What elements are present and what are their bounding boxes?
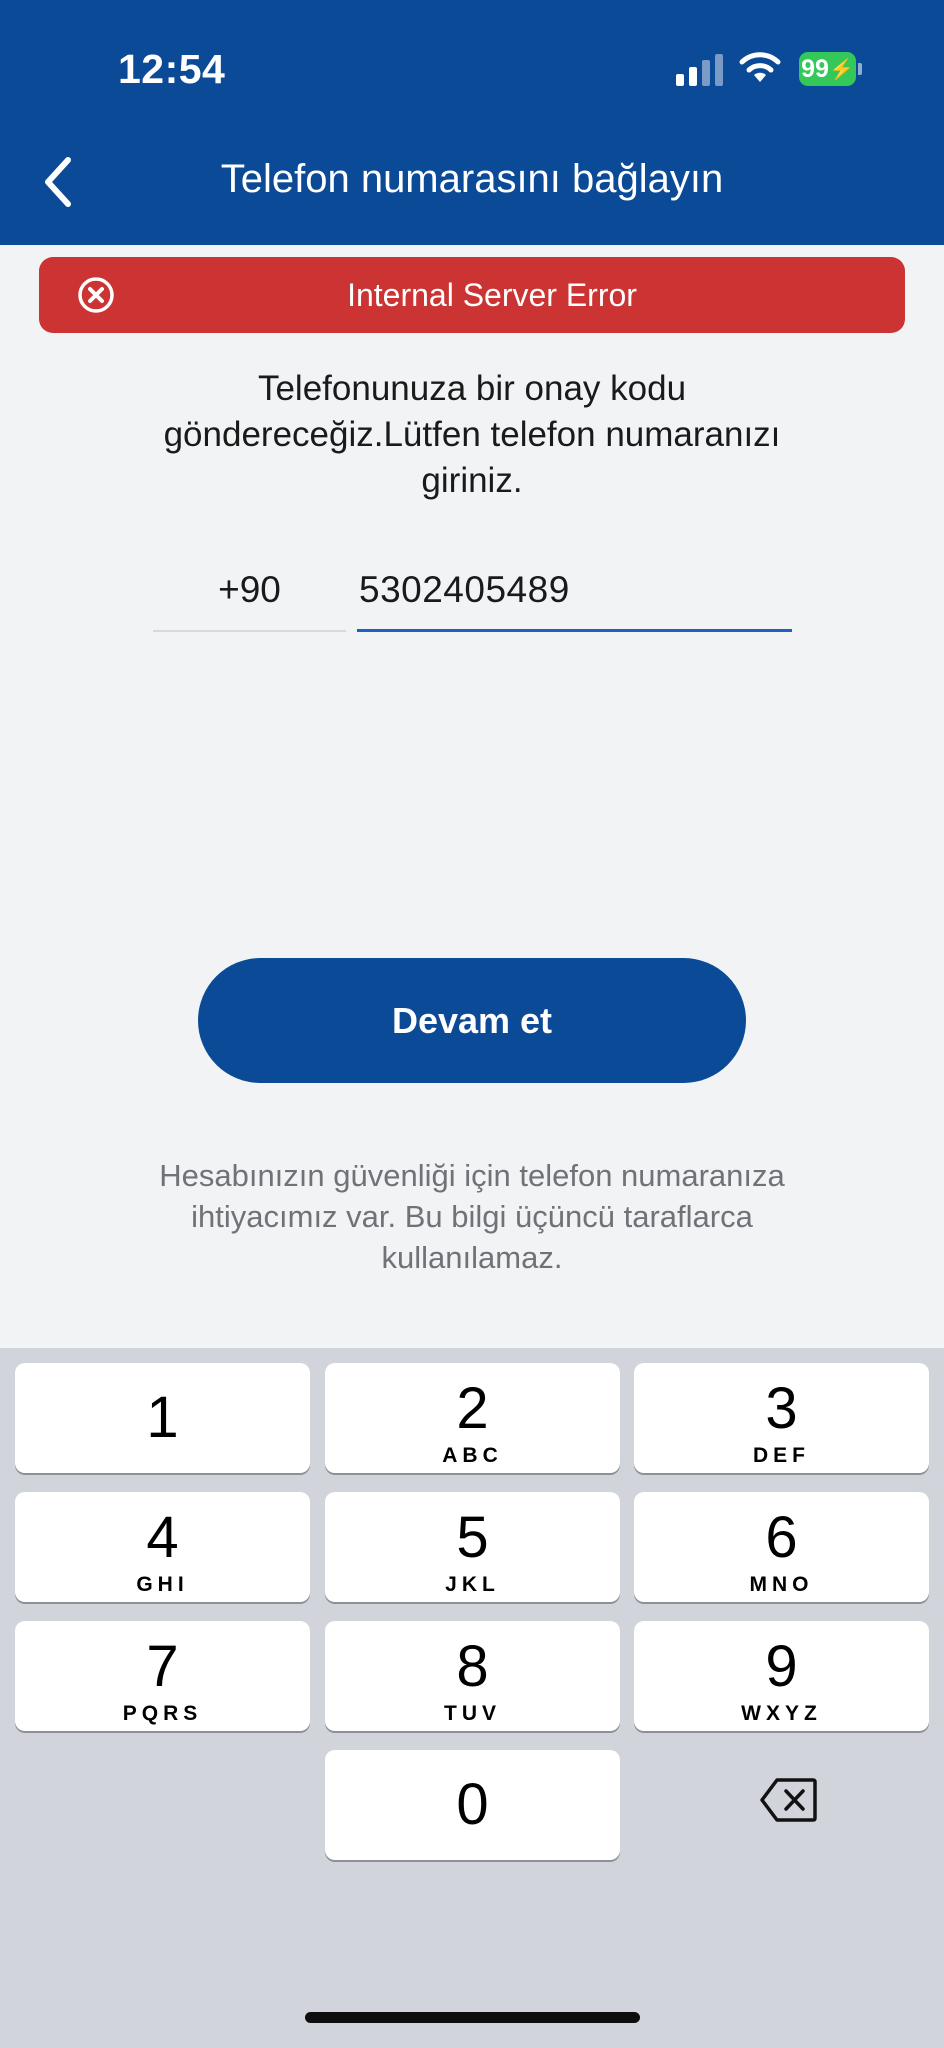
key-digit: 1 xyxy=(146,1385,179,1450)
backspace-icon xyxy=(760,1778,817,1822)
key-letters: DEF xyxy=(753,1444,810,1467)
privacy-note: Hesabınızın güvenliği için telefon numar… xyxy=(159,1158,785,1275)
phone-number-input[interactable]: 5302405489 xyxy=(357,560,792,632)
key-2[interactable]: 2 ABC xyxy=(325,1363,620,1473)
continue-button[interactable]: Devam et xyxy=(198,958,746,1083)
key-1[interactable]: 1 xyxy=(15,1363,310,1473)
key-5[interactable]: 5 JKL xyxy=(325,1492,620,1602)
key-digit: 5 xyxy=(456,1505,489,1570)
key-digit: 7 xyxy=(146,1634,179,1699)
error-banner: Internal Server Error xyxy=(39,257,905,333)
key-8[interactable]: 8 TUV xyxy=(325,1621,620,1731)
instructions-text: Telefonunuza bir onay kodu göndereceğiz.… xyxy=(163,369,781,500)
key-digit: 2 xyxy=(456,1376,489,1441)
delete-key[interactable] xyxy=(634,1743,929,1853)
key-6[interactable]: 6 MNO xyxy=(634,1492,929,1602)
error-message: Internal Server Error xyxy=(347,277,637,313)
key-letters: JKL xyxy=(445,1573,500,1596)
key-letters: MNO xyxy=(749,1573,814,1596)
key-letters: TUV xyxy=(444,1702,501,1725)
key-9[interactable]: 9 WXYZ xyxy=(634,1621,929,1731)
country-code-field[interactable]: +90 xyxy=(153,560,346,632)
key-4[interactable]: 4 GHI xyxy=(15,1492,310,1602)
app-header: 12:54 99 ⚡ Telefon numarasını bağlayın xyxy=(0,0,944,245)
page-title: Telefon numarasını bağlayın xyxy=(220,157,724,201)
key-7[interactable]: 7 PQRS xyxy=(15,1621,310,1731)
status-time: 12:54 xyxy=(118,46,226,92)
key-3[interactable]: 3 DEF xyxy=(634,1363,929,1473)
signal-icon xyxy=(676,54,723,86)
battery-level: 99 xyxy=(801,54,829,83)
key-letters: ABC xyxy=(442,1444,503,1467)
battery-icon: 99 ⚡ xyxy=(799,52,862,86)
key-letters: PQRS xyxy=(122,1702,203,1725)
key-digit: 6 xyxy=(765,1505,798,1570)
key-digit: 9 xyxy=(765,1634,798,1699)
key-digit: 3 xyxy=(765,1376,798,1441)
key-digit: 8 xyxy=(456,1634,489,1699)
wifi-icon xyxy=(739,52,781,82)
key-0[interactable]: 0 xyxy=(325,1750,620,1860)
key-letters: GHI xyxy=(136,1573,189,1596)
home-indicator[interactable] xyxy=(305,2012,640,2023)
key-digit: 0 xyxy=(456,1772,489,1837)
key-letters: WXYZ xyxy=(741,1702,822,1725)
key-digit: 4 xyxy=(146,1505,179,1570)
